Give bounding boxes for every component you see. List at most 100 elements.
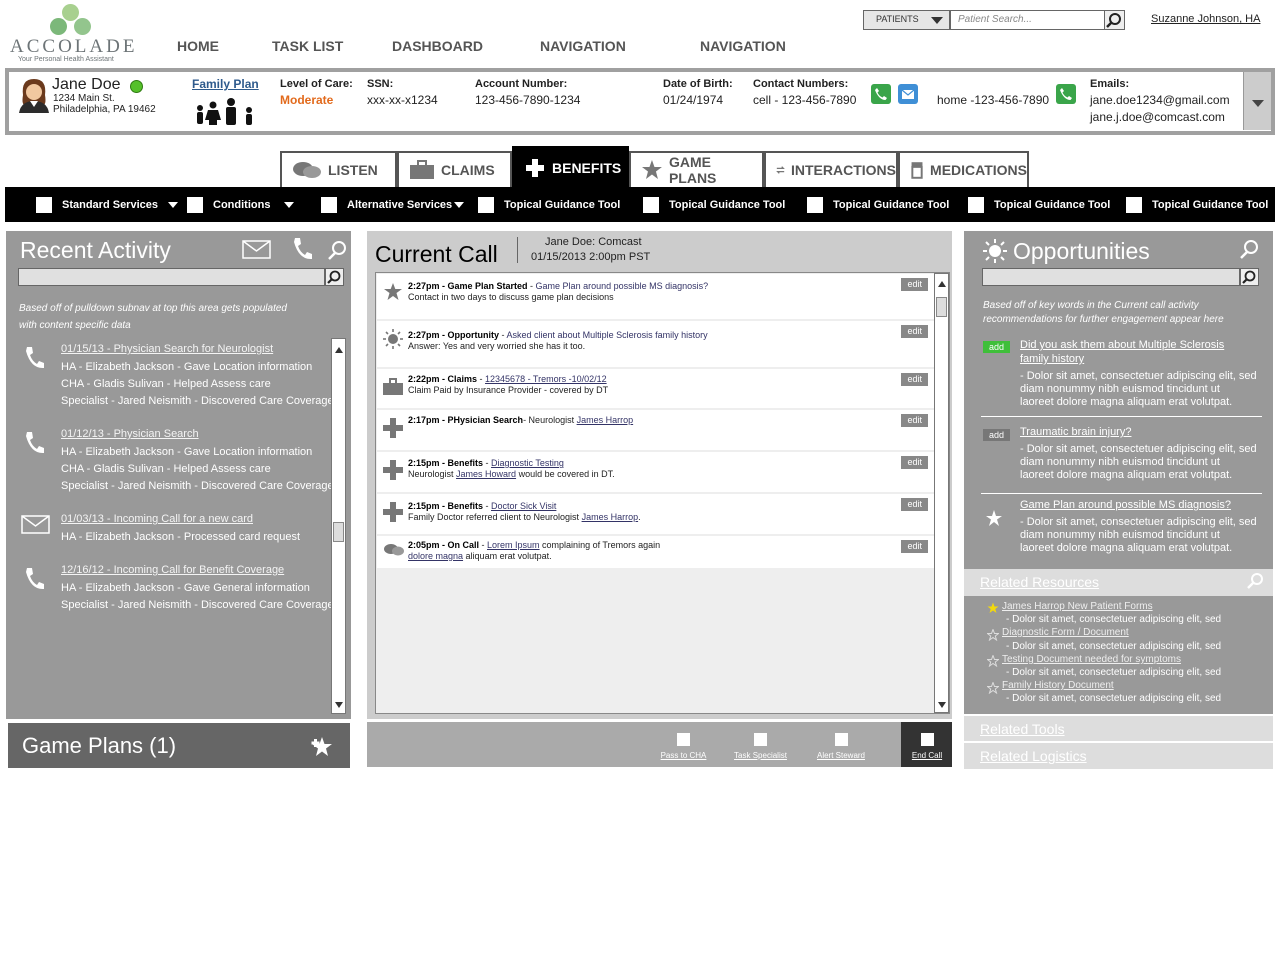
checkbox[interactable] — [1126, 197, 1142, 213]
tab-interactions[interactable]: INTERACTIONS — [764, 151, 898, 187]
nav-home[interactable]: HOME — [177, 38, 219, 54]
nav-task-list[interactable]: TASK LIST — [272, 38, 343, 54]
subnav-topical-guidance-5[interactable]: Topical Guidance Tool — [1126, 197, 1268, 213]
entry-link[interactable]: Game Plan around possible MS diagnosis? — [536, 281, 709, 291]
nav-dashboard[interactable]: DASHBOARD — [392, 38, 483, 54]
opportunity-link[interactable]: Game Plan around possible MS diagnosis? — [1020, 499, 1231, 511]
checkbox[interactable] — [968, 197, 984, 213]
star-plus-icon[interactable] — [310, 735, 334, 764]
edit-button[interactable]: edit — [901, 278, 928, 291]
add-button[interactable]: add — [983, 341, 1011, 353]
call-cell-phone-icon[interactable] — [871, 84, 891, 104]
checkbox[interactable] — [834, 733, 848, 746]
checkbox[interactable] — [754, 733, 767, 746]
search-icon[interactable] — [1246, 572, 1264, 595]
pass-to-cha-button[interactable]: Pass to CHA — [656, 733, 711, 760]
phone-icon[interactable] — [291, 236, 313, 267]
search-button[interactable] — [1104, 10, 1125, 30]
alert-steward-button[interactable]: Alert Steward — [810, 733, 872, 760]
checkbox[interactable] — [321, 197, 337, 213]
search-icon[interactable] — [1239, 239, 1259, 264]
star-icon[interactable] — [987, 601, 999, 619]
edit-button[interactable]: edit — [901, 456, 928, 469]
call-log-entry[interactable]: 2:27pm - Game Plan Started - Game Plan a… — [377, 274, 934, 319]
entry-link[interactable]: 12345678 - Tremors -10/02/12 — [485, 374, 607, 384]
scroll-up-icon[interactable] — [938, 277, 946, 287]
resource-link[interactable]: James Harrop New Patient Forms — [1002, 601, 1153, 612]
tab-medications[interactable]: MEDICATIONS — [898, 151, 1029, 187]
call-log-entry[interactable]: 2:22pm - Claims - 12345678 - Tremors -10… — [377, 369, 934, 408]
tab-listen[interactable]: LISTEN — [280, 151, 397, 187]
related-tools-header[interactable]: Related Tools — [964, 716, 1273, 742]
email-2[interactable]: jane.j.doe@comcast.com — [1090, 110, 1225, 124]
call-log-entry[interactable]: 2:05pm - On Call - Lorem Ipsum complaini… — [377, 536, 934, 568]
tab-game-plans[interactable]: GAME PLANS — [629, 151, 764, 187]
subnav-alternative-services[interactable]: Alternative Services — [321, 197, 465, 213]
scroll-down-icon[interactable] — [938, 702, 946, 712]
opportunity-link[interactable]: family history — [1020, 353, 1084, 365]
related-logistics-header[interactable]: Related Logistics — [964, 743, 1273, 769]
subnav-standard-services[interactable]: Standard Services — [36, 197, 178, 213]
scroll-down-icon[interactable] — [335, 702, 343, 712]
star-outline-icon[interactable] — [986, 654, 1000, 672]
subnav-topical-guidance-1[interactable]: Topical Guidance Tool — [478, 197, 620, 213]
checkbox[interactable] — [187, 197, 203, 213]
activity-title-link[interactable]: 12/16/12 - Incoming Call for Benefit Cov… — [61, 564, 284, 576]
entry-link[interactable]: Diagnostic Testing — [491, 458, 564, 468]
task-specialist-button[interactable]: Task Specialist — [728, 733, 793, 760]
opportunities-search-input[interactable] — [982, 268, 1240, 286]
call-log-entry[interactable]: 2:27pm - Opportunity - Asked client abou… — [377, 321, 934, 367]
edit-button[interactable]: edit — [901, 414, 928, 427]
mail-icon[interactable] — [242, 240, 272, 265]
expand-patient-details-button[interactable] — [1243, 72, 1271, 130]
opportunity-link[interactable]: Traumatic brain injury? — [1020, 426, 1131, 438]
scroll-up-icon[interactable] — [335, 343, 343, 353]
subnav-conditions[interactable]: Conditions — [187, 197, 295, 213]
entry-detail-link[interactable]: James Harrop — [582, 512, 639, 522]
checkbox[interactable] — [807, 197, 823, 213]
game-plans-bar[interactable]: Game Plans (1) — [8, 723, 350, 768]
resource-link[interactable]: Testing Document needed for symptoms — [1002, 654, 1181, 665]
entry-link[interactable]: James Harrop — [577, 415, 634, 425]
recent-activity-search-input[interactable] — [18, 268, 325, 286]
opportunities-search-button[interactable] — [1240, 268, 1259, 286]
checkbox[interactable] — [920, 733, 934, 746]
edit-button[interactable]: edit — [901, 373, 928, 386]
star-outline-icon[interactable] — [986, 681, 1000, 699]
checkbox[interactable] — [677, 733, 690, 746]
edit-button[interactable]: edit — [901, 540, 928, 553]
end-call-button[interactable]: End Call — [905, 733, 949, 760]
entry-link[interactable]: Lorem Ipsum — [487, 540, 540, 550]
activity-title-link[interactable]: 01/15/13 - Physician Search for Neurolog… — [61, 343, 273, 355]
patient-type-select[interactable]: PATIENTS — [863, 10, 950, 30]
checkbox[interactable] — [478, 197, 494, 213]
user-name-link[interactable]: Suzanne Johnson, HA — [1151, 13, 1260, 25]
subnav-topical-guidance-4[interactable]: Topical Guidance Tool — [968, 197, 1110, 213]
family-plan-link[interactable]: Family Plan — [192, 77, 259, 91]
edit-button[interactable]: edit — [901, 498, 928, 511]
subnav-topical-guidance-3[interactable]: Topical Guidance Tool — [807, 197, 949, 213]
nav-navigation-1[interactable]: NAVIGATION — [540, 38, 626, 54]
call-log-entry[interactable]: 2:15pm - Benefits - Diagnostic Testing N… — [377, 452, 934, 492]
resource-link[interactable]: Family History Document — [1002, 680, 1114, 691]
call-log-entry[interactable]: 2:15pm - Benefits - Doctor Sick Visit Fa… — [377, 494, 934, 534]
add-button[interactable]: add — [983, 429, 1011, 441]
call-home-phone-icon[interactable] — [1056, 84, 1076, 104]
call-log-entry[interactable]: 2:17pm - PHysician Search- Neurologist J… — [377, 410, 934, 450]
activity-title-link[interactable]: 01/03/13 - Incoming Call for a new card — [61, 513, 253, 525]
checkbox[interactable] — [36, 197, 52, 213]
scroll-thumb[interactable] — [936, 297, 947, 317]
search-icon[interactable] — [327, 240, 347, 265]
edit-button[interactable]: edit — [901, 325, 928, 338]
send-sms-icon[interactable] — [898, 84, 918, 104]
entry-detail-link[interactable]: James Howard — [456, 469, 516, 479]
opportunity-link[interactable]: Did you ask them about Multiple Sclerosi… — [1020, 339, 1224, 351]
related-resources-header[interactable]: Related Resources — [964, 569, 1273, 596]
resource-link[interactable]: Diagnostic Form / Document — [1002, 627, 1129, 638]
star-outline-icon[interactable] — [986, 628, 1000, 646]
patient-search-input[interactable]: Patient Search... — [950, 10, 1105, 30]
scroll-thumb[interactable] — [333, 522, 344, 542]
entry-detail-link[interactable]: dolore magna — [408, 551, 463, 561]
tab-claims[interactable]: CLAIMS — [397, 151, 512, 187]
nav-navigation-2[interactable]: NAVIGATION — [700, 38, 786, 54]
